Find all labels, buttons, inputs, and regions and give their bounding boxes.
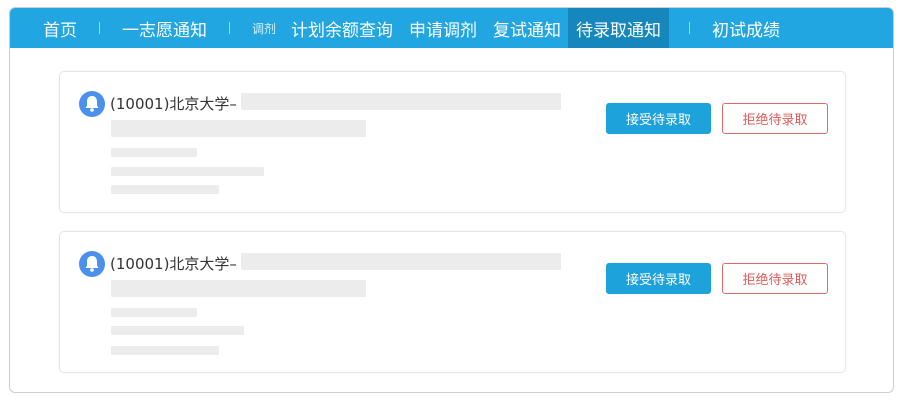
admission-card: (10001)北京大学– 接受待录取 拒绝待录取 <box>59 231 846 373</box>
nav-plan-balance-query[interactable]: 计划余额查询 <box>291 8 393 48</box>
admission-card: (10001)北京大学– 接受待录取 拒绝待录取 <box>59 71 846 213</box>
nav-home[interactable]: 首页 <box>43 8 77 48</box>
redacted-line <box>111 185 219 194</box>
nav-retest-notice[interactable]: 复试通知 <box>493 8 561 48</box>
nav-divider <box>689 22 691 34</box>
redacted-program-text <box>241 93 561 110</box>
school-name: (10001)北京大学– <box>110 255 237 273</box>
nav-divider <box>99 22 100 34</box>
bell-icon <box>79 251 105 277</box>
reject-admission-button[interactable]: 拒绝待录取 <box>722 103 828 134</box>
nav-first-choice-notice[interactable]: 一志愿通知 <box>122 8 207 48</box>
redacted-program-text <box>241 253 561 270</box>
top-nav: 首页 一志愿通知 调剂 计划余额查询 申请调剂 复试通知 待录取通知 初试成绩 <box>10 8 893 48</box>
accept-admission-button[interactable]: 接受待录取 <box>606 263 711 294</box>
nav-divider <box>229 22 230 34</box>
nav-adjustment-label: 调剂 <box>252 21 277 36</box>
redacted-line <box>111 148 197 157</box>
redacted-line <box>111 346 219 355</box>
redacted-line <box>111 308 197 317</box>
nav-apply-adjustment[interactable]: 申请调剂 <box>409 8 477 48</box>
accept-admission-button[interactable]: 接受待录取 <box>606 103 711 134</box>
redacted-detail-text <box>111 120 366 137</box>
reject-admission-button[interactable]: 拒绝待录取 <box>722 263 828 294</box>
school-name: (10001)北京大学– <box>110 95 237 113</box>
redacted-detail-text <box>111 280 366 297</box>
redacted-line <box>111 167 264 176</box>
nav-pending-admission-notice[interactable]: 待录取通知 <box>568 8 670 48</box>
redacted-line <box>111 326 244 335</box>
bell-icon <box>79 91 105 117</box>
notification-panel: 首页 一志愿通知 调剂 计划余额查询 申请调剂 复试通知 待录取通知 初试成绩 … <box>9 7 894 393</box>
nav-initial-exam-scores[interactable]: 初试成绩 <box>712 8 780 48</box>
